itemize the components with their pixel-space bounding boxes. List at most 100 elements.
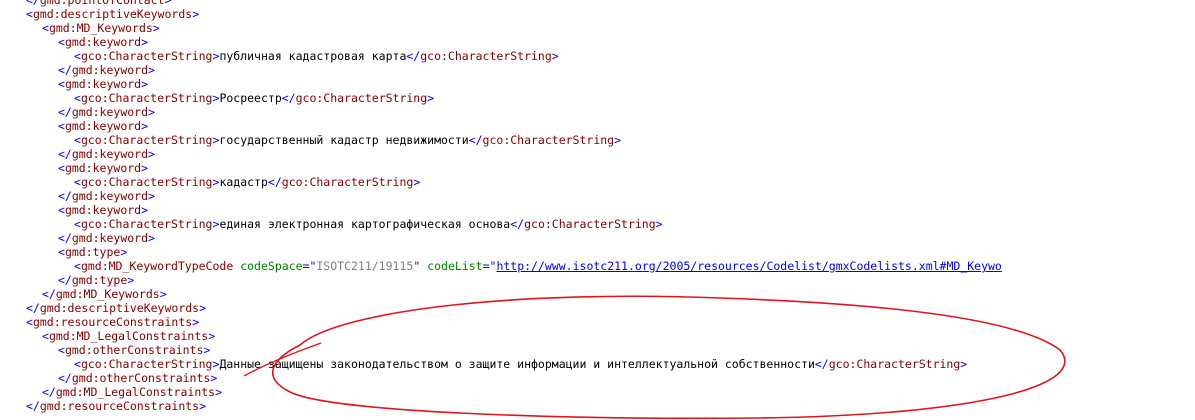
xml-line: </gmd:pointOfContact> bbox=[0, 0, 1195, 7]
xml-tag-name: gmd:keyword bbox=[64, 203, 142, 217]
xml-bracket: < bbox=[58, 203, 65, 217]
xml-bracket: > bbox=[614, 133, 622, 147]
xml-tag-name: gco:CharacterString bbox=[482, 133, 615, 147]
xml-text-content: государственный кадастр недвижимости bbox=[219, 133, 469, 147]
xml-bracket: < bbox=[74, 49, 81, 63]
xml-bracket: > bbox=[120, 245, 128, 259]
xml-text-content: публичная кадастровая карта bbox=[219, 49, 407, 63]
xml-line: <gmd:keyword> bbox=[0, 35, 1195, 49]
xml-code-view: </gmd:pointOfContact> <gmd:descriptiveKey… bbox=[0, 0, 1195, 413]
xml-tag-name: gco:CharacterString bbox=[80, 175, 213, 189]
xml-tag-name: gmd:keyword bbox=[64, 35, 142, 49]
xml-bracket: </ bbox=[42, 287, 56, 301]
xml-tag-name: gco:CharacterString bbox=[80, 357, 213, 371]
xml-bracket: < bbox=[74, 133, 81, 147]
xml-bracket: > bbox=[141, 203, 149, 217]
xml-line: <gco:CharacterString>Данные защищены зак… bbox=[0, 357, 1195, 371]
xml-line: </gmd:MD_LegalConstraints> bbox=[0, 385, 1195, 399]
xml-bracket: > bbox=[148, 147, 155, 161]
xml-bracket: > bbox=[210, 371, 218, 385]
xml-bracket: > bbox=[199, 399, 207, 413]
xml-bracket: </ bbox=[267, 175, 282, 189]
xml-tag-name: gco:CharacterString bbox=[80, 91, 213, 105]
xml-bracket: > bbox=[192, 315, 200, 329]
xml-bracket: < bbox=[74, 91, 81, 105]
xml-line: <gmd:descriptiveKeywords> bbox=[0, 7, 1195, 21]
xml-bracket: < bbox=[42, 21, 49, 35]
xml-tag-name: gmd:otherConstraints bbox=[64, 343, 204, 357]
xml-bracket: < bbox=[58, 161, 65, 175]
xml-bracket: </ bbox=[58, 63, 72, 77]
xml-bracket: < bbox=[58, 119, 65, 133]
xml-bracket: > bbox=[655, 217, 663, 231]
xml-bracket: > bbox=[215, 385, 223, 399]
xml-line: <gco:CharacterString > публичная кадастров… bbox=[0, 49, 1195, 63]
xml-bracket: < bbox=[26, 7, 33, 21]
xml-bracket: </ bbox=[58, 273, 72, 287]
xml-bracket: </ bbox=[58, 231, 72, 245]
xml-bracket: > bbox=[127, 273, 135, 287]
xml-bracket: < bbox=[42, 329, 49, 343]
xml-line: <gmd:keyword> bbox=[0, 203, 1195, 217]
xml-bracket: </ bbox=[510, 217, 525, 231]
xml-tag-name: gco:CharacterString bbox=[80, 49, 213, 63]
xml-tag-name: gmd:otherConstraints bbox=[71, 371, 211, 385]
xml-bracket: > bbox=[141, 161, 149, 175]
xml-attribute-name: codeList bbox=[427, 259, 483, 273]
xml-bracket: > bbox=[148, 63, 155, 77]
xml-tag-name: gmd:keyword bbox=[71, 147, 149, 161]
xml-bracket: > bbox=[413, 175, 421, 189]
xml-line: < gco:CharacterString> единая электронная … bbox=[0, 217, 1195, 231]
xml-tag-name: gmd:resourceConstraints bbox=[39, 399, 200, 413]
xml-line: </gmd:keyword> bbox=[0, 147, 1195, 161]
xml-bracket: > bbox=[199, 301, 207, 315]
xml-bracket: </ bbox=[26, 0, 40, 7]
xml-line: </gmd:otherConstraints> bbox=[0, 371, 1195, 385]
xml-bracket: < bbox=[58, 343, 65, 357]
xml-bracket: </ bbox=[406, 49, 421, 63]
xml-line: </gmd:keyword> bbox=[0, 63, 1195, 77]
xml-bracket: </ bbox=[42, 385, 56, 399]
xml-link[interactable]: http://www.isotc211.org/2005/resources/C… bbox=[496, 259, 1001, 273]
xml-line: <gmd:type> bbox=[0, 245, 1195, 259]
xml-text-content: Росреестр bbox=[219, 91, 282, 105]
xml-bracket: < bbox=[74, 357, 81, 371]
xml-bracket: > bbox=[551, 49, 559, 63]
xml-bracket: > bbox=[148, 189, 155, 203]
xml-bracket: </ bbox=[468, 133, 483, 147]
xml-line: <gmd:MD_Keywords> bbox=[0, 21, 1195, 35]
xml-bracket: < bbox=[74, 259, 81, 273]
xml-bracket: < bbox=[58, 77, 65, 91]
xml-tag-name: gmd:MD_Keywords bbox=[55, 287, 160, 301]
xml-bracket: > bbox=[192, 7, 200, 21]
xml-bracket: < bbox=[26, 315, 33, 329]
xml-tag-name: gmd:resourceConstraints bbox=[32, 315, 193, 329]
xml-bracket: </ bbox=[26, 399, 40, 413]
xml-bracket: > bbox=[208, 329, 216, 343]
xml-bracket: </ bbox=[58, 105, 72, 119]
xml-tag-name: gmd:MD_LegalConstraints bbox=[48, 329, 209, 343]
xml-bracket: < bbox=[74, 175, 81, 189]
xml-bracket: </ bbox=[281, 91, 296, 105]
xml-bracket: </ bbox=[58, 371, 72, 385]
xml-bracket: =" bbox=[482, 259, 497, 273]
xml-bracket: < bbox=[58, 245, 65, 259]
xml-text-content: единая электронная картографическая осно… bbox=[219, 217, 511, 231]
xml-bracket: > bbox=[203, 343, 211, 357]
xml-tag-name: gmd:keyword bbox=[71, 63, 149, 77]
xml-bracket: > bbox=[148, 105, 155, 119]
xml-line: </gmd:MD_Keywords> bbox=[0, 287, 1195, 301]
xml-line: <gmd:resourceConstraints> bbox=[0, 315, 1195, 329]
xml-bracket: =" bbox=[302, 259, 317, 273]
xml-bracket: > bbox=[159, 287, 167, 301]
xml-bracket: < bbox=[74, 217, 81, 231]
xml-tag-name: gmd:keyword bbox=[71, 231, 149, 245]
xml-tag-name: gmd:type bbox=[64, 245, 121, 259]
xml-line: <gmd:keyword> bbox=[0, 77, 1195, 91]
xml-tag-name: gco:CharacterString bbox=[524, 217, 656, 231]
xml-tag-name: gmd:MD_KeywordTypeCode bbox=[80, 259, 234, 273]
xml-tag-name: gmd:keyword bbox=[64, 119, 142, 133]
xml-tag-name: gmd:keyword bbox=[64, 161, 142, 175]
xml-tag-name: gmd:MD_Keywords bbox=[48, 21, 153, 35]
xml-tag-name: gco:CharacterString bbox=[281, 175, 414, 189]
